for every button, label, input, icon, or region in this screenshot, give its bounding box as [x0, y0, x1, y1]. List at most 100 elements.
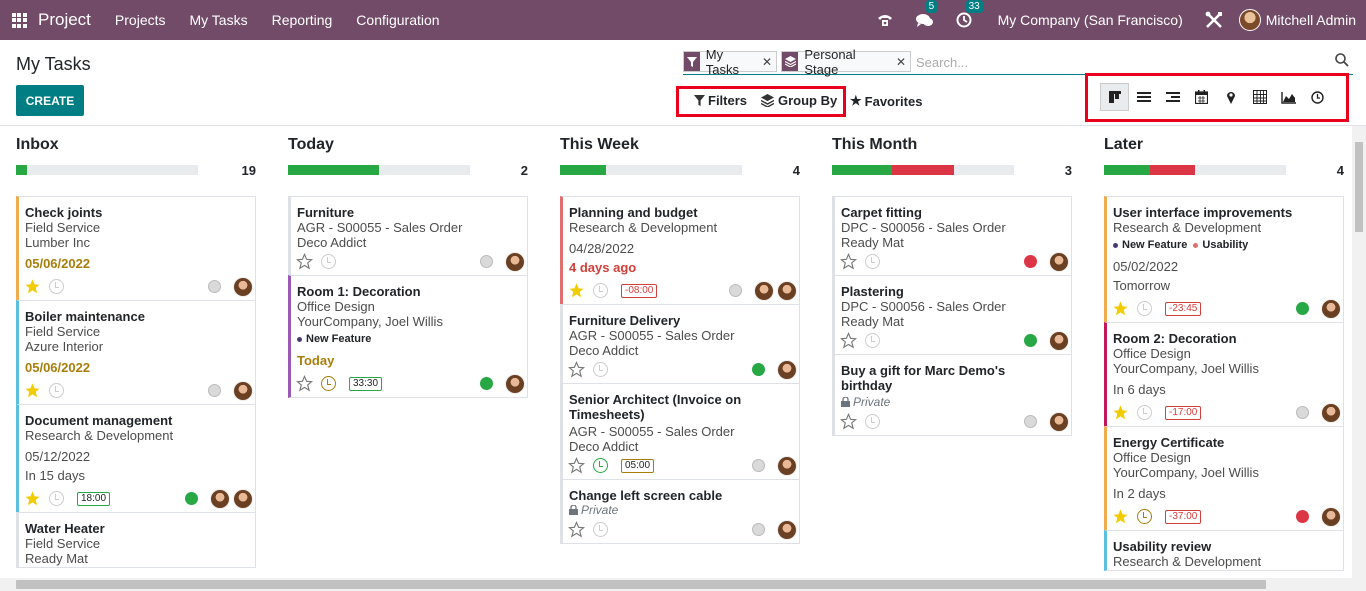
task-card[interactable]: Furniture Delivery AGR - S00055 - Sales O…: [560, 304, 800, 384]
activity-clock-icon[interactable]: [1137, 405, 1152, 420]
task-card[interactable]: Planning and budget Research & Developmen…: [560, 196, 800, 305]
activities-icon[interactable]: 33: [956, 0, 983, 28]
kanban-status-dot[interactable]: [480, 377, 493, 390]
assignee-avatar[interactable]: [777, 520, 797, 540]
task-card[interactable]: User interface improvements Research & De…: [1104, 196, 1344, 323]
activity-clock-icon[interactable]: [1137, 509, 1152, 524]
create-button[interactable]: CREATE: [16, 85, 84, 116]
assignee-avatar[interactable]: [777, 281, 797, 301]
assignee-avatar[interactable]: [1049, 412, 1069, 432]
star-filled-icon[interactable]: [1112, 404, 1129, 421]
kanban-status-dot[interactable]: [729, 284, 742, 297]
facet-remove-icon[interactable]: ✕: [762, 55, 776, 69]
star-icon[interactable]: [839, 412, 858, 430]
progress-segment[interactable]: [560, 165, 606, 175]
assignee-avatar[interactable]: [505, 252, 525, 272]
activity-clock-icon[interactable]: [1137, 301, 1152, 316]
phone-icon[interactable]: [876, 12, 894, 28]
activity-clock-icon[interactable]: [593, 362, 608, 377]
kanban-status-dot[interactable]: [480, 255, 493, 268]
vertical-scrollbar[interactable]: [1352, 126, 1366, 578]
kanban-status-dot[interactable]: [1296, 302, 1309, 315]
column-progress-bar[interactable]: [1104, 165, 1286, 175]
assignee-avatar[interactable]: [777, 360, 797, 380]
task-card[interactable]: Water Heater Field Service Ready Mat: [16, 512, 256, 568]
assignee-avatar[interactable]: [505, 374, 525, 394]
calendar-view-icon[interactable]: [1187, 83, 1216, 111]
task-card[interactable]: Room 2: Decoration Office Design YourCompa…: [1104, 322, 1344, 427]
activity-clock-icon[interactable]: [865, 414, 880, 429]
column-title[interactable]: This Month: [832, 136, 917, 154]
progress-segment[interactable]: [1149, 165, 1195, 175]
assignee-avatar[interactable]: [1321, 299, 1341, 319]
assignee-avatar[interactable]: [754, 281, 774, 301]
search-icon[interactable]: [1335, 53, 1349, 70]
progress-segment[interactable]: [288, 165, 379, 175]
task-card[interactable]: Room 1: Decoration Office Design YourCompa…: [288, 275, 528, 398]
column-progress-bar[interactable]: [16, 165, 198, 175]
activity-clock-icon[interactable]: [593, 283, 608, 298]
activity-view-icon[interactable]: [1303, 83, 1332, 111]
column-title[interactable]: Later: [1104, 136, 1143, 154]
groupby-button[interactable]: Group By: [761, 93, 837, 108]
filters-button[interactable]: Filters: [694, 93, 747, 108]
assignee-avatar[interactable]: [1049, 331, 1069, 351]
menu-my-tasks[interactable]: My Tasks: [190, 12, 248, 28]
assignee-avatar[interactable]: [210, 489, 230, 509]
star-filled-icon[interactable]: [24, 490, 41, 507]
assignee-avatar[interactable]: [1321, 403, 1341, 423]
map-view-icon[interactable]: [1216, 83, 1245, 111]
company-switcher[interactable]: My Company (San Francisco): [998, 12, 1183, 28]
star-icon[interactable]: [839, 331, 858, 349]
assignee-avatar[interactable]: [1321, 507, 1341, 527]
kanban-status-dot[interactable]: [1024, 255, 1037, 268]
kanban-status-dot[interactable]: [1296, 510, 1309, 523]
assignee-avatar[interactable]: [233, 277, 253, 297]
app-brand[interactable]: Project: [38, 10, 91, 30]
horizontal-scrollbar[interactable]: [0, 578, 1366, 591]
kanban-status-dot[interactable]: [1024, 415, 1037, 428]
column-progress-bar[interactable]: [832, 165, 1014, 175]
task-card[interactable]: Usability review Research & Development: [1104, 530, 1344, 571]
assignee-avatar[interactable]: [233, 381, 253, 401]
activity-clock-icon[interactable]: [865, 333, 880, 348]
activity-clock-icon[interactable]: [321, 254, 336, 269]
progress-segment[interactable]: [1104, 165, 1150, 175]
assignee-avatar[interactable]: [777, 456, 797, 476]
column-progress-bar[interactable]: [288, 165, 470, 175]
task-card[interactable]: Energy Certificate Office Design YourCompa…: [1104, 426, 1344, 531]
menu-projects[interactable]: Projects: [115, 12, 166, 28]
list-view-icon[interactable]: [1129, 83, 1158, 111]
column-title[interactable]: Inbox: [16, 136, 59, 154]
task-card[interactable]: Change left screen cable Private: [560, 479, 800, 544]
app-menu-icon[interactable]: [0, 0, 38, 40]
task-card[interactable]: Plastering DPC - S00056 - Sales Order Read…: [832, 275, 1072, 355]
favorites-button[interactable]: ★ Favorites: [850, 93, 922, 109]
star-icon[interactable]: [567, 520, 586, 538]
activity-clock-icon[interactable]: [593, 522, 608, 537]
kanban-status-dot[interactable]: [1024, 334, 1037, 347]
task-card[interactable]: Senior Architect (Invoice on Timesheets)…: [560, 383, 800, 480]
activity-clock-icon[interactable]: [49, 491, 64, 506]
task-card[interactable]: Carpet fitting DPC - S00056 - Sales Order…: [832, 196, 1072, 276]
column-progress-bar[interactable]: [560, 165, 742, 175]
star-icon[interactable]: [295, 374, 314, 392]
kanban-status-dot[interactable]: [208, 280, 221, 293]
activity-clock-icon[interactable]: [49, 383, 64, 398]
kanban-status-dot[interactable]: [752, 459, 765, 472]
facet-personal-stage[interactable]: Personal Stage ✕: [781, 47, 911, 77]
star-filled-icon[interactable]: [1112, 300, 1129, 317]
progress-segment[interactable]: [832, 165, 893, 175]
star-filled-icon[interactable]: [24, 278, 41, 295]
facet-my-tasks[interactable]: My Tasks ✕: [683, 47, 777, 77]
task-card[interactable]: Document management Research & Developmen…: [16, 404, 256, 513]
star-filled-icon[interactable]: [24, 382, 41, 399]
activity-clock-icon[interactable]: [593, 458, 608, 473]
task-card[interactable]: Buy a gift for Marc Demo's birthday Priva…: [832, 354, 1072, 436]
pivot-view-icon[interactable]: [1245, 83, 1274, 111]
kanban-status-dot[interactable]: [752, 523, 765, 536]
star-filled-icon[interactable]: [1112, 508, 1129, 525]
star-icon[interactable]: [567, 360, 586, 378]
activity-clock-icon[interactable]: [321, 376, 336, 391]
menu-configuration[interactable]: Configuration: [356, 12, 439, 28]
